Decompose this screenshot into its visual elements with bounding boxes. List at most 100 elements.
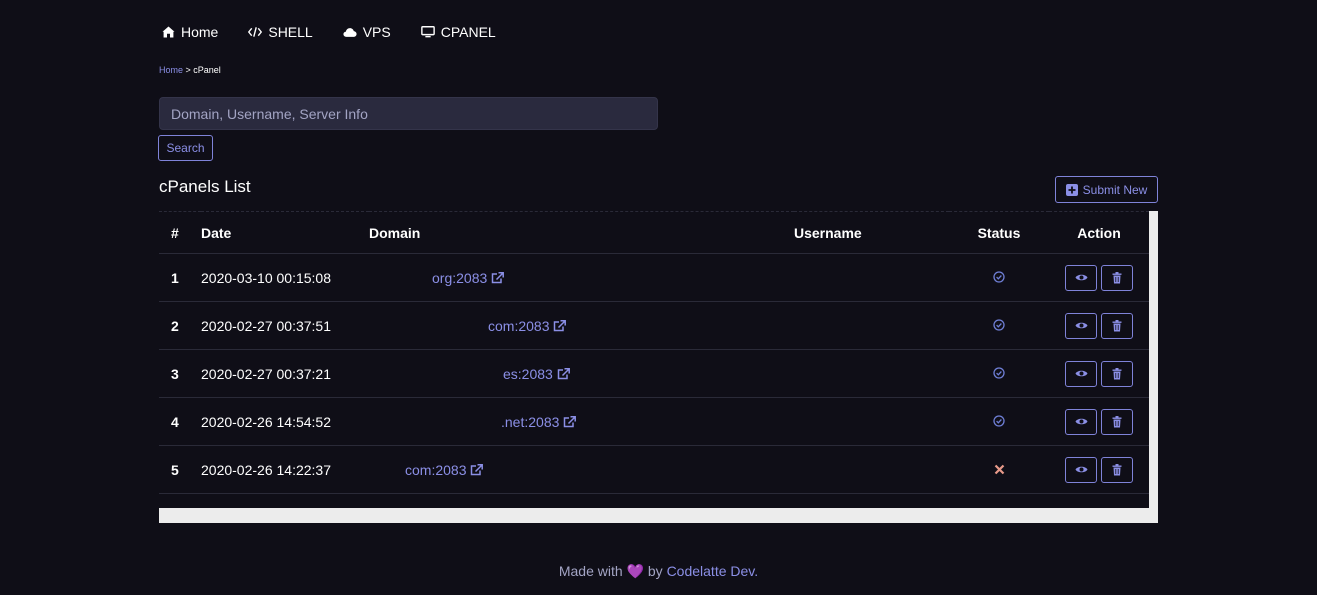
header-date: Date (201, 211, 369, 254)
row-date: 2020-02-26 14:54:52 (201, 397, 369, 446)
top-nav: Home SHELL VPS CPANEL (161, 24, 526, 40)
code-icon (248, 25, 263, 39)
domain-link[interactable]: com:2083 (488, 317, 567, 334)
nav-shell-label: SHELL (268, 24, 313, 40)
view-button[interactable] (1065, 264, 1097, 291)
breadcrumb-home[interactable]: Home (159, 65, 183, 75)
submit-new-button[interactable]: Submit New (1055, 176, 1158, 203)
trash-icon (1112, 319, 1122, 332)
nav-shell[interactable]: SHELL (248, 24, 313, 40)
delete-button[interactable] (1101, 360, 1133, 387)
header-status: Status (949, 211, 1049, 254)
home-icon (161, 25, 175, 39)
table-panel: # Date Domain Username Status Action 1 20… (159, 211, 1149, 508)
table-row: 1 2020-03-10 00:15:08 org:2083 (159, 253, 1149, 302)
check-circle-icon (993, 366, 1005, 379)
row-domain-cell: org:2083 (369, 253, 794, 302)
row-date: 2020-02-27 00:37:51 (201, 301, 369, 350)
row-number: 4 (159, 397, 201, 446)
table-header-row: # Date Domain Username Status Action (159, 211, 1149, 254)
domain-link[interactable]: com:2083 (405, 461, 484, 478)
nav-cpanel-label: CPANEL (440, 24, 496, 40)
delete-button[interactable] (1101, 264, 1133, 291)
domain-link[interactable]: org:2083 (432, 269, 505, 286)
domain-text: org:2083 (432, 269, 488, 286)
row-actions (1049, 445, 1149, 494)
submit-new-label: Submit New (1082, 182, 1148, 197)
delete-button[interactable] (1101, 312, 1133, 339)
view-button[interactable] (1065, 456, 1097, 483)
eye-icon (1075, 369, 1088, 378)
table-row: 3 2020-02-27 00:37:21 es:2083 (159, 349, 1149, 398)
eye-icon (1075, 321, 1088, 330)
footer-prefix: Made with (558, 563, 623, 579)
row-status (949, 253, 1049, 302)
check-circle-icon (993, 270, 1005, 283)
row-number: 1 (159, 253, 201, 302)
view-button[interactable] (1065, 360, 1097, 387)
row-domain-cell: com:2083 (369, 301, 794, 350)
row-status (949, 301, 1049, 350)
external-link-icon (557, 367, 570, 380)
domain-text: com:2083 (405, 461, 467, 478)
check-circle-icon (993, 414, 1005, 427)
row-number: 5 (159, 445, 201, 494)
row-username (794, 397, 949, 446)
domain-text: .net:2083 (501, 413, 560, 430)
nav-vps-label: VPS (362, 24, 391, 40)
footer-link[interactable]: Codelatte Dev. (667, 563, 759, 579)
row-username (794, 301, 949, 350)
delete-button[interactable] (1101, 408, 1133, 435)
external-link-icon (470, 463, 484, 476)
row-username (794, 349, 949, 398)
external-link-icon (553, 319, 567, 332)
plus-square-icon (1065, 183, 1078, 196)
row-date: 2020-02-27 00:37:21 (201, 349, 369, 398)
trash-icon (1112, 463, 1122, 476)
row-number: 2 (159, 301, 201, 350)
row-domain-cell: .net:2083 (369, 397, 794, 446)
row-actions (1049, 349, 1149, 398)
row-actions (1049, 253, 1149, 302)
row-status (949, 397, 1049, 446)
footer: Made with 💜 by Codelatte Dev. (0, 563, 1317, 580)
nav-home-label: Home (181, 24, 219, 40)
row-status (949, 445, 1049, 494)
search-input[interactable] (159, 97, 658, 130)
cpanels-table: # Date Domain Username Status Action 1 20… (159, 211, 1149, 494)
nav-cpanel[interactable]: CPANEL (420, 24, 496, 40)
eye-icon (1075, 417, 1088, 426)
row-date: 2020-02-26 14:22:37 (201, 445, 369, 494)
breadcrumb-separator: > (183, 65, 194, 75)
row-status (949, 349, 1049, 398)
domain-link[interactable]: .net:2083 (501, 413, 577, 430)
view-button[interactable] (1065, 312, 1097, 339)
row-domain-cell: es:2083 (369, 349, 794, 398)
trash-icon (1112, 271, 1122, 284)
search-button[interactable]: Search (158, 135, 213, 161)
domain-link[interactable]: es:2083 (503, 366, 570, 382)
domain-text: com:2083 (488, 317, 550, 334)
trash-icon (1112, 415, 1122, 428)
external-link-icon (491, 271, 505, 284)
delete-button[interactable] (1101, 456, 1133, 483)
row-number: 3 (159, 349, 201, 398)
header-number: # (159, 211, 201, 254)
header-username: Username (794, 211, 949, 254)
table-row: 5 2020-02-26 14:22:37 com:2083 (159, 445, 1149, 494)
nav-vps[interactable]: VPS (343, 24, 391, 40)
breadcrumb: Home > cPanel (159, 65, 221, 75)
external-link-icon (563, 415, 577, 428)
row-username (794, 253, 949, 302)
domain-text: es:2083 (503, 365, 553, 382)
monitor-icon (420, 25, 435, 39)
row-date: 2020-03-10 00:15:08 (201, 253, 369, 302)
table-row: 2 2020-02-27 00:37:51 com:2083 (159, 301, 1149, 350)
eye-icon (1075, 465, 1088, 474)
nav-home[interactable]: Home (161, 24, 218, 40)
table-container: # Date Domain Username Status Action 1 20… (159, 211, 1158, 523)
view-button[interactable] (1065, 408, 1097, 435)
check-circle-icon (993, 318, 1005, 331)
breadcrumb-current: cPanel (193, 65, 221, 75)
table-row: 4 2020-02-26 14:54:52 .net:2083 (159, 397, 1149, 446)
